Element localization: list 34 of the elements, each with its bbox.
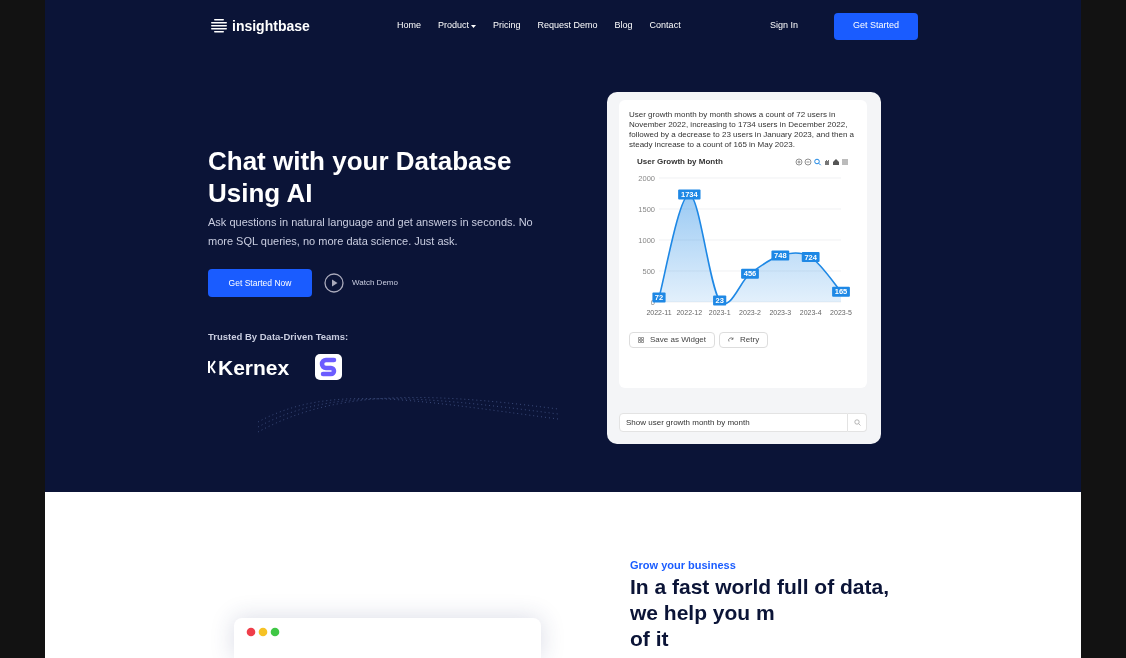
brand-name[interactable]: insightbase [232, 15, 310, 37]
section-heading: we help you m [630, 599, 776, 626]
save-widget-button[interactable]: Save as Widget [629, 332, 716, 348]
answer-text: User growth month by month shows a count of 72 users in November 2022, increasing to 1734 users in December 2022, followed by a decrease to 23 users in January 2023, and then a steady increase to a count of 165 in May 2023. [629, 110, 856, 150]
partner-logo: Kernex [218, 356, 290, 378]
logo-icon [210, 18, 228, 34]
widget-icon [638, 337, 644, 343]
get-started-button[interactable]: Get Started [834, 12, 918, 40]
retry-button[interactable]: Retry [719, 332, 769, 348]
chart-toolbar-icon[interactable] [795, 158, 849, 166]
section-eyebrow: Grow your business [630, 558, 737, 573]
watch-demo-button[interactable]: Watch Demo [324, 273, 398, 293]
refresh-icon [728, 337, 735, 343]
nav-link[interactable]: Home [397, 19, 421, 33]
trusted-label: Trusted By Data-Driven Teams: [208, 330, 350, 344]
hero-subtitle: Ask questions in natural language and get answers in seconds. No more SQL queries, no more data science. Just ask. [208, 215, 534, 249]
get-started-now-button[interactable]: Get Started Now [208, 269, 312, 297]
section-heading: of it [630, 625, 670, 652]
nav-link[interactable]: Pricing [493, 19, 521, 33]
nav-link[interactable]: Request Demo [537, 19, 598, 33]
hero-heading: Chat with your Database [208, 145, 513, 177]
sign-in-link[interactable]: Sign In [769, 19, 798, 33]
partner-logo-icon [315, 354, 343, 381]
search-icon [853, 419, 861, 426]
chart-title: User Growth by Month [637, 156, 723, 168]
nav-link[interactable]: Product [438, 19, 477, 33]
nav-link[interactable]: Contact [649, 19, 681, 33]
nav-link[interactable]: Blog [614, 19, 633, 33]
kernex-mark-icon [208, 360, 216, 375]
hero-heading: Using AI [208, 177, 314, 209]
play-icon [324, 273, 344, 293]
query-field[interactable]: Show user growth month by month [619, 413, 848, 432]
section-heading: In a fast world full of data, [630, 573, 889, 600]
window-controls-icon [246, 627, 282, 637]
